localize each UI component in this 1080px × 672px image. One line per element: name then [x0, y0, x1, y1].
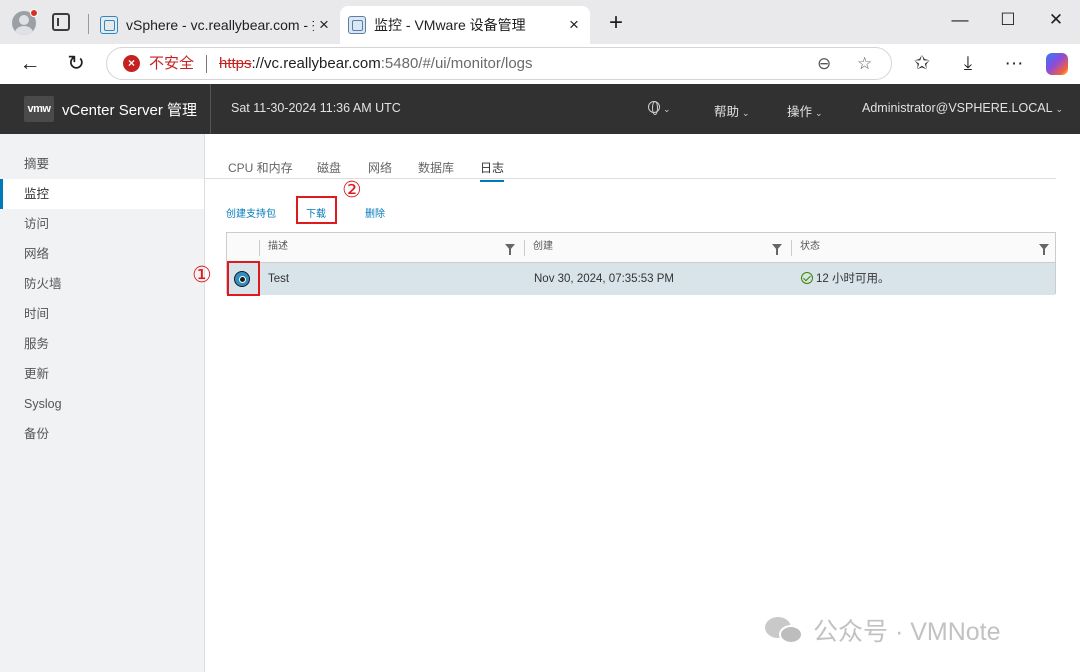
cell-status: 12 小时可用。 [801, 263, 890, 295]
cell-description: Test [268, 273, 290, 285]
sidebar-item-backup[interactable]: 备份 [0, 419, 204, 449]
favorites-icon[interactable]: ✩ [909, 50, 935, 78]
tab-cpu-memory[interactable]: CPU 和内存 [228, 159, 293, 180]
app-header: vmw vCenter Server 管理 Sat 11-30-2024 11:… [0, 84, 1080, 134]
watermark-text: 公众号 · VMNote [813, 618, 1001, 646]
delete-button[interactable]: 删除 [365, 205, 385, 220]
maximize-window-button[interactable]: ☐ [996, 10, 1020, 30]
sidebar-item-time[interactable]: 时间 [0, 299, 204, 329]
url-scheme: https [219, 55, 252, 72]
support-bundle-grid: 描述 创建 状态 Test Nov 30, 2024, 07:35:53 PM … [226, 232, 1056, 296]
tab-database[interactable]: 数据库 [418, 159, 454, 180]
filter-icon[interactable] [505, 244, 515, 255]
wechat-icon [765, 615, 805, 645]
sidebar-item-services[interactable]: 服务 [0, 329, 204, 359]
filter-icon[interactable] [772, 244, 782, 255]
profile-notification-dot [30, 9, 38, 17]
chevron-down-icon: ⌄ [1055, 104, 1064, 114]
sidebar-item-monitor[interactable]: 监控 [0, 179, 204, 209]
not-secure-label[interactable]: 不安全 [149, 48, 194, 79]
tab-logs[interactable]: 日志 [480, 159, 505, 182]
favorite-star-icon[interactable]: ☆ [857, 48, 872, 79]
sidebar-item-update[interactable]: 更新 [0, 359, 204, 389]
header-separator [210, 84, 211, 134]
column-header-description[interactable]: 描述 [259, 233, 288, 263]
tab-title: vSphere - vc.reallybear.com - 摘要 [126, 17, 314, 33]
column-header-status[interactable]: 状态 [791, 233, 820, 263]
vsphere-favicon-icon [100, 16, 118, 34]
tab-actions-icon[interactable] [52, 13, 70, 31]
vmware-logo: vmw [24, 96, 54, 122]
user-menu[interactable]: Administrator@VSPHERE.LOCAL ⌄ [862, 101, 1063, 115]
create-support-bundle-button[interactable]: 创建支持包 [226, 205, 276, 220]
help-menu[interactable]: 帮助 ⌄ [714, 101, 750, 120]
browser-toolbar: ← ↻ × 不安全 https://vc.reallybear.com:5480… [0, 44, 1080, 84]
filter-icon[interactable] [1039, 244, 1049, 255]
watermark: 公众号 · VMNote [765, 612, 1001, 648]
success-check-icon [801, 272, 813, 284]
tab-network[interactable]: 网络 [368, 159, 392, 180]
back-icon[interactable]: ← [16, 50, 44, 78]
cell-created: Nov 30, 2024, 07:35:53 PM [534, 273, 675, 285]
url-text[interactable]: https://vc.reallybear.com:5480/#/ui/moni… [219, 48, 533, 79]
close-window-button[interactable]: ✕ [1044, 10, 1068, 30]
table-row[interactable]: Test Nov 30, 2024, 07:35:53 PM 12 小时可用。 [227, 261, 1055, 296]
sidebar-item-firewall[interactable]: 防火墙 [0, 269, 204, 299]
help-menu-label: 帮助 [714, 105, 740, 119]
annotation-step-1: ① [192, 262, 212, 287]
sidebar-item-networking[interactable]: 网络 [0, 239, 204, 269]
downloads-icon[interactable]: ⤓ [955, 50, 981, 78]
annotation-step-2: ② [342, 177, 362, 202]
actions-menu-label: 操作 [787, 105, 813, 119]
product-title: vCenter Server 管理 [62, 102, 198, 119]
globe-icon [648, 101, 660, 115]
status-text: 12 小时可用。 [816, 273, 890, 285]
sidebar-item-syslog[interactable]: Syslog [0, 389, 204, 419]
tab-title: 监控 - VMware 设备管理 [374, 17, 526, 33]
new-tab-button[interactable]: + [604, 10, 628, 36]
sidebar-item-summary[interactable]: 摘要 [0, 149, 204, 179]
minimize-window-button[interactable]: — [948, 10, 972, 30]
grid-header: 描述 创建 状态 [227, 233, 1055, 263]
sidebar-item-access[interactable]: 访问 [0, 209, 204, 239]
tab-disks[interactable]: 磁盘 [317, 159, 341, 180]
actions-menu[interactable]: 操作 ⌄ [787, 101, 823, 120]
main-content: CPU 和内存 磁盘 网络 数据库 日志 ② 创建支持包 下载 删除 ① 描述 … [192, 134, 1080, 672]
sidebar: 摘要 监控 访问 网络 防火墙 时间 服务 更新 Syslog 备份 [0, 134, 205, 672]
not-secure-icon: × [123, 55, 140, 72]
vami-favicon-icon [348, 16, 366, 34]
address-separator [206, 55, 207, 73]
browser-tab-monitor[interactable]: 监控 - VMware 设备管理 × [340, 6, 590, 44]
browser-tab-vsphere[interactable]: vSphere - vc.reallybear.com - 摘要 × [92, 6, 340, 44]
copilot-icon[interactable] [1046, 53, 1068, 75]
zoom-icon[interactable]: ⊖ [817, 48, 831, 79]
monitor-subtabs: CPU 和内存 磁盘 网络 数据库 日志 [205, 156, 1056, 182]
header-datetime: Sat 11-30-2024 11:36 AM UTC [231, 101, 401, 115]
language-menu[interactable]: ⌄ [648, 101, 671, 115]
row-select-radio[interactable] [234, 271, 250, 287]
chevron-down-icon: ⌄ [742, 108, 750, 118]
user-menu-label: Administrator@VSPHERE.LOCAL [862, 101, 1053, 115]
address-bar[interactable]: × 不安全 https://vc.reallybear.com:5480/#/u… [106, 47, 892, 80]
browser-tab-strip: vSphere - vc.reallybear.com - 摘要 × 监控 - … [0, 0, 1080, 44]
chevron-down-icon: ⌄ [663, 104, 671, 114]
download-button[interactable]: 下载 [306, 205, 326, 220]
url-path: :5480/#/ui/monitor/logs [380, 55, 533, 72]
reload-icon[interactable]: ↻ [62, 50, 90, 78]
more-icon[interactable]: ··· [1001, 50, 1027, 78]
chevron-down-icon: ⌄ [815, 108, 823, 118]
tab-separator [88, 14, 89, 34]
close-tab-icon[interactable]: × [564, 15, 584, 35]
close-tab-icon[interactable]: × [314, 15, 334, 35]
column-header-created[interactable]: 创建 [524, 233, 553, 263]
url-host: ://vc.reallybear.com [251, 55, 381, 72]
